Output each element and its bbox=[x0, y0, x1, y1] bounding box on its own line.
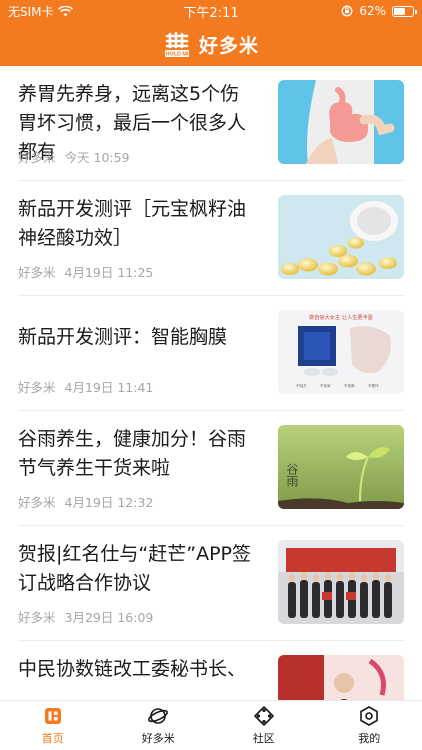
planet-icon bbox=[148, 708, 169, 724]
news-meta: 好多米 4月19日 11:41 bbox=[18, 377, 153, 396]
news-time: 4月19日 11:41 bbox=[64, 380, 154, 395]
news-source: 好多米 bbox=[18, 265, 56, 280]
news-feed[interactable]: 养胃先养身，远离这5个伤胃坏习惯，最后一个很多人都有 好多米 今天 10:59 … bbox=[0, 66, 422, 700]
thumb-caption: 做自信大女主 让人生更丰盈 bbox=[309, 313, 373, 321]
tab-profile[interactable]: 我的 bbox=[317, 701, 422, 750]
softgel-capsules-thumbnail bbox=[278, 195, 404, 279]
battery-icon bbox=[392, 5, 417, 17]
app-header: 无SIM卡 下午2:11 62% HOLD MI 好多米 bbox=[0, 0, 422, 66]
news-source: 好多米 bbox=[18, 150, 56, 165]
news-title: 贺报|红名仕与“赶芒”APP签订战略合作协议 bbox=[18, 543, 252, 594]
news-item[interactable]: 谷雨养生，健康加分！谷雨节气养生干货来啦 好多米 4月19日 12:32 谷雨 bbox=[18, 411, 404, 526]
tab-label: 我的 bbox=[358, 732, 381, 745]
news-item[interactable]: 新品开发测评：智能胸膜 好多米 4月19日 11:41 做自信大女主 让人生更丰… bbox=[18, 296, 404, 411]
tab-label: 社区 bbox=[252, 732, 275, 745]
tab-label: 好多米 bbox=[141, 732, 175, 745]
news-time: 今天 10:59 bbox=[64, 150, 130, 165]
news-item[interactable]: 中民协数链改工委秘书长、 bbox=[18, 641, 404, 700]
news-source: 好多米 bbox=[18, 495, 56, 510]
news-time: 3月29日 16:09 bbox=[64, 610, 154, 625]
group-signing-thumbnail bbox=[278, 540, 404, 624]
news-source: 好多米 bbox=[18, 610, 56, 625]
news-title: 新品开发测评：智能胸膜 bbox=[18, 326, 228, 348]
news-title: 谷雨养生，健康加分！谷雨节气养生干货来啦 bbox=[18, 428, 247, 479]
community-icon bbox=[253, 706, 274, 726]
profile-icon bbox=[360, 706, 379, 726]
thumb-tag: 不憋坏 bbox=[368, 383, 379, 388]
news-title: 新品开发测评［元宝枫籽油神经酸功效］ bbox=[18, 198, 247, 249]
news-time: 4月19日 12:32 bbox=[64, 495, 154, 510]
page-title: 好多米 bbox=[198, 34, 259, 57]
news-item[interactable]: 养胃先养身，远离这5个伤胃坏习惯，最后一个很多人都有 好多米 今天 10:59 bbox=[18, 66, 404, 181]
battery-fill bbox=[394, 7, 405, 15]
tab-label: 首页 bbox=[41, 732, 64, 745]
app-logo: HOLD MI bbox=[164, 31, 189, 58]
nav-bar: HOLD MI 好多米 bbox=[0, 22, 422, 66]
conference-thumbnail bbox=[278, 655, 404, 700]
thumb-tag: 不压胖 bbox=[344, 383, 355, 388]
logo-text: HOLD MI bbox=[166, 52, 189, 58]
thumb-caption: 谷雨 bbox=[285, 463, 299, 487]
bottom-tab-bar: 首页 好多米 社区 我的 bbox=[0, 700, 422, 750]
thumb-tag: 不奈米 bbox=[320, 383, 331, 388]
news-title: 中民协数链改工委秘书长、 bbox=[18, 658, 247, 680]
news-meta: 好多米 今天 10:59 bbox=[18, 147, 130, 166]
tab-haoduomi[interactable]: 好多米 bbox=[106, 701, 212, 750]
grain-rain-thumbnail: 谷雨 bbox=[278, 425, 404, 509]
news-meta: 好多米 4月19日 11:25 bbox=[18, 262, 153, 281]
tab-community[interactable]: 社区 bbox=[211, 701, 317, 750]
news-meta: 好多米 3月29日 16:09 bbox=[18, 607, 153, 626]
news-source: 好多米 bbox=[18, 380, 56, 395]
thumb-tag: 不钝万 bbox=[296, 383, 307, 388]
status-time: 下午2:11 bbox=[183, 5, 239, 21]
news-item[interactable]: 新品开发测评［元宝枫籽油神经酸功效］ 好多米 4月19日 11:25 bbox=[18, 181, 404, 296]
news-item[interactable]: 贺报|红名仕与“赶芒”APP签订战略合作协议 好多米 3月29日 16:09 bbox=[18, 526, 404, 641]
product-ad-thumbnail: 做自信大女主 让人生更丰盈 不钝万 不奈米 不压胖 不憋坏 bbox=[278, 310, 404, 394]
status-bar: 无SIM卡 下午2:11 62% bbox=[0, 0, 422, 22]
home-icon bbox=[44, 708, 61, 724]
stomach-health-thumbnail bbox=[278, 80, 404, 164]
news-meta: 好多米 4月19日 12:32 bbox=[18, 492, 153, 511]
news-time: 4月19日 11:25 bbox=[64, 265, 154, 280]
tab-home[interactable]: 首页 bbox=[0, 701, 106, 750]
